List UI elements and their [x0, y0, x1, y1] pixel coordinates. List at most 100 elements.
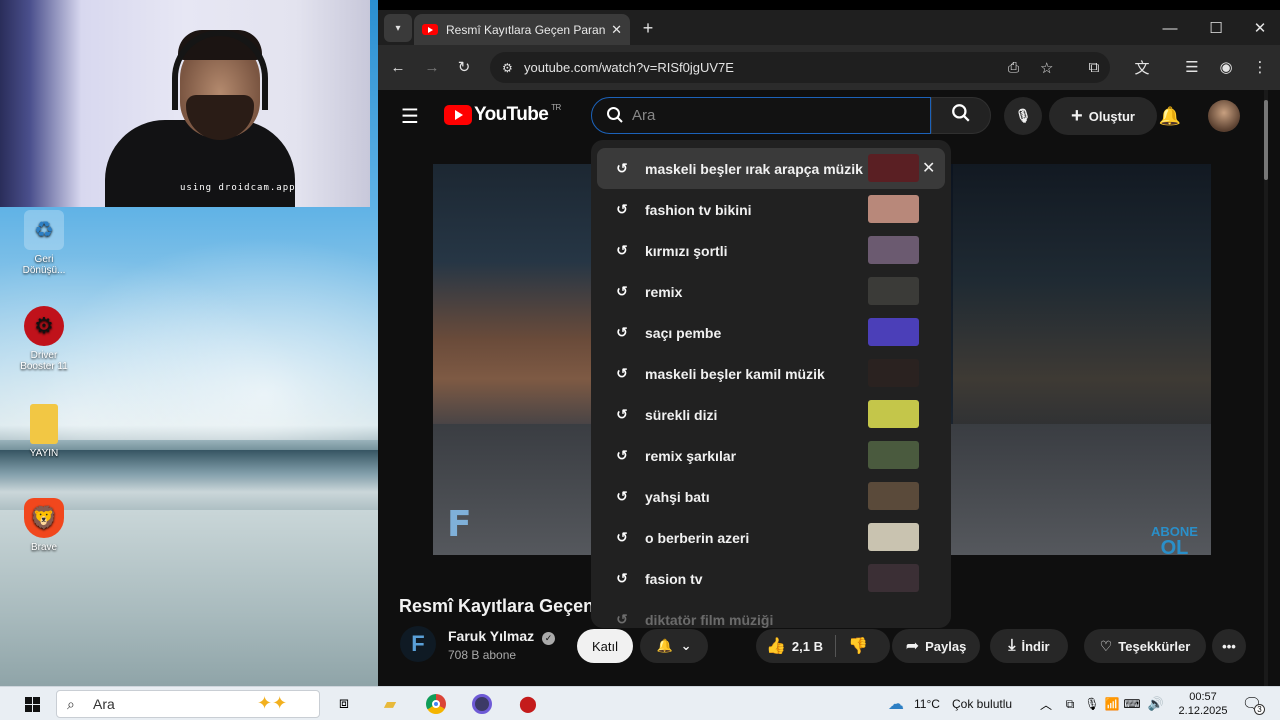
suggestion-thumbnail: [868, 564, 919, 592]
taskbar-search-box[interactable]: ⌕ Ara ✦✦: [56, 690, 320, 718]
clock[interactable]: 00:57 2.12.2025: [1174, 690, 1232, 718]
media-control-button[interactable]: ☰: [1178, 53, 1206, 81]
more-horizontal-icon: •••: [1222, 638, 1236, 654]
subscription-bell-button[interactable]: 🔔 ⌄: [640, 629, 708, 663]
menu-button[interactable]: ☰: [396, 102, 424, 130]
subscriber-count: 708 B abone: [448, 648, 517, 662]
reload-button[interactable]: ↻: [450, 53, 478, 81]
history-icon: ↺: [616, 529, 628, 545]
close-icon[interactable]: ✕: [611, 22, 622, 38]
profile-button[interactable]: ◉: [1212, 53, 1240, 81]
suggestion-item[interactable]: ↺ fashion tv bikini: [591, 189, 951, 230]
chrome-icon: [426, 694, 446, 714]
record-app-button[interactable]: ⬤: [516, 692, 540, 716]
clock-date: 2.12.2025: [1178, 705, 1228, 717]
video-title: Resmî Kayıtlara Geçen: [399, 596, 595, 616]
suggestion-item[interactable]: ↺ o berberin azeri: [591, 517, 951, 558]
desktop-icon-driver-booster[interactable]: ⚙ Driver Booster 11: [14, 306, 74, 372]
task-view-button[interactable]: ⧈: [332, 692, 356, 716]
voice-search-button[interactable]: 🎙: [1004, 97, 1042, 135]
dislike-button[interactable]: 👎: [848, 636, 868, 656]
create-button[interactable]: + Oluştur: [1049, 97, 1157, 135]
download-button[interactable]: ⤓ İndir: [990, 629, 1068, 663]
suggestion-item[interactable]: ↺ fasion tv: [591, 558, 951, 599]
chrome-button[interactable]: [424, 692, 448, 716]
obs-icon: [472, 694, 492, 714]
scrollbar[interactable]: [1264, 90, 1268, 686]
forward-button[interactable]: →: [418, 53, 446, 81]
extensions-button[interactable]: ⧉: [1080, 53, 1108, 81]
suggestion-item[interactable]: ↺ kırmızı şortli: [591, 230, 951, 271]
subscribe-watermark: ABONE OL: [1151, 524, 1198, 555]
notifications-button[interactable]: 🔔: [1156, 102, 1184, 130]
url-text: youtube.com/watch?v=RISf0jgUV7E: [524, 60, 734, 75]
maximize-button[interactable]: ☐: [1202, 14, 1230, 42]
channel-avatar[interactable]: F: [400, 626, 436, 662]
tab-active[interactable]: Resmî Kayıtlara Geçen Paranorm ✕: [414, 14, 630, 45]
plus-icon: +: [642, 17, 654, 38]
suggestion-item[interactable]: ↺ yahşi batı: [591, 476, 951, 517]
weather-temperature[interactable]: 11°C: [914, 697, 940, 711]
history-icon: ↺: [616, 324, 628, 340]
history-icon: ↺: [616, 242, 628, 258]
maximize-icon: ☐: [1209, 20, 1223, 37]
share-button[interactable]: ➦ Paylaş: [892, 629, 980, 663]
new-tab-button[interactable]: +: [634, 14, 662, 42]
suggestion-thumbnail: [868, 400, 919, 428]
clock-time: 00:57: [1189, 691, 1217, 703]
like-button[interactable]: 👍 2,1 B: [766, 636, 823, 656]
address-bar[interactable]: ⚙ youtube.com/watch?v=RISf0jgUV7E ⎙ ☆: [490, 52, 1110, 83]
suggestion-item[interactable]: ↺ saçı pembe: [591, 312, 951, 353]
desktop-icon-yayin-folder[interactable]: YAYIN: [14, 404, 74, 459]
join-button[interactable]: Katıl: [577, 629, 633, 663]
desktop-icon-brave[interactable]: 🦁 Brave: [14, 498, 74, 553]
tray-app-icon[interactable]: ⧉: [1058, 692, 1082, 716]
avatar[interactable]: [1208, 100, 1240, 132]
suggestion-thumbnail: [868, 195, 919, 223]
history-icon: ↺: [616, 283, 628, 299]
browser-toolbar: ← → ↻ ⚙ youtube.com/watch?v=RISf0jgUV7E …: [378, 45, 1280, 90]
show-hidden-icons-button[interactable]: ︿: [1034, 692, 1058, 716]
weather-description[interactable]: Çok bulutlu: [952, 697, 1012, 711]
bell-icon: 🔔: [656, 638, 673, 653]
volume-icon[interactable]: 🔊: [1144, 692, 1168, 716]
suggestion-item[interactable]: ↺ maskeli beşler ırak arapça müzik ✕: [597, 148, 945, 189]
obs-button[interactable]: [470, 692, 494, 716]
suggestion-item[interactable]: ↺ maskeli beşler kamil müzik: [591, 353, 951, 394]
suggestion-thumbnail: [868, 236, 919, 264]
close-window-button[interactable]: ✕: [1246, 14, 1274, 42]
search-box[interactable]: [591, 97, 931, 134]
channel-name[interactable]: Faruk Yılmaz ✓: [448, 628, 556, 645]
bookmark-star-icon[interactable]: ☆: [1040, 59, 1053, 77]
back-button[interactable]: ←: [384, 53, 412, 81]
search-input[interactable]: [632, 107, 892, 124]
desktop-icon-label: Driver Booster 11: [20, 350, 68, 372]
notification-center-button[interactable]: 🗨 3: [1240, 692, 1265, 716]
like-count: 2,1 B: [791, 638, 823, 654]
suggestion-item[interactable]: ↺ remix: [591, 271, 951, 312]
suggestion-item[interactable]: ↺ diktatör film müziği: [591, 599, 951, 628]
plus-icon: +: [1071, 104, 1083, 127]
minimize-button[interactable]: —: [1156, 14, 1184, 42]
scrollbar-thumb[interactable]: [1264, 100, 1268, 180]
search-button[interactable]: [931, 97, 991, 134]
history-icon: ↺: [616, 570, 628, 586]
start-button[interactable]: [20, 692, 44, 716]
more-actions-button[interactable]: •••: [1212, 629, 1246, 663]
history-icon: ↺: [616, 201, 628, 217]
youtube-logo[interactable]: YouTube TR: [444, 103, 561, 126]
language-icon[interactable]: ⌨: [1120, 692, 1144, 716]
tab-search-button[interactable]: ▾: [384, 14, 412, 42]
create-label: Oluştur: [1088, 108, 1135, 124]
translate-button[interactable]: 文: [1128, 53, 1156, 81]
suggestion-item[interactable]: ↺ remix şarkılar: [591, 435, 951, 476]
weather-icon[interactable]: ☁: [884, 692, 908, 716]
install-app-icon[interactable]: ⎙: [1008, 59, 1019, 76]
thanks-button[interactable]: ♡ Teşekkürler: [1084, 629, 1206, 663]
remove-suggestion-icon[interactable]: ✕: [922, 158, 935, 178]
suggestion-item[interactable]: ↺ sürekli dizi: [591, 394, 951, 435]
browser-menu-button[interactable]: ⋮: [1246, 53, 1274, 81]
history-icon: ↺: [616, 488, 628, 504]
desktop-icon-recycle-bin[interactable]: ♻ Geri Dönüşü...: [14, 210, 74, 276]
file-explorer-button[interactable]: ▰: [378, 692, 402, 716]
